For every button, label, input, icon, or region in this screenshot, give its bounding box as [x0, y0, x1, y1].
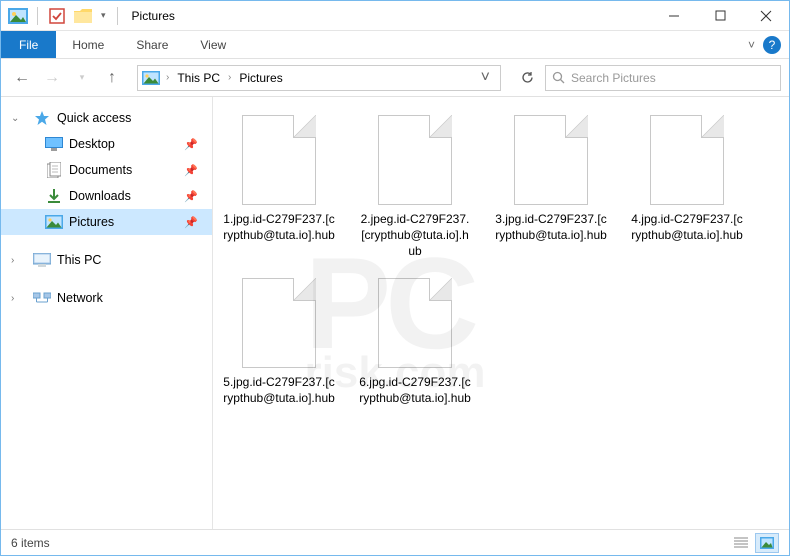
blank-file-icon	[378, 115, 452, 205]
up-button[interactable]: ↑	[99, 65, 125, 91]
sidebar-item-label: Downloads	[69, 189, 131, 203]
search-placeholder: Search Pictures	[571, 71, 656, 85]
properties-icon[interactable]	[46, 5, 68, 27]
body: PC risk.com ⌄ Quick access Desktop 📌 Doc…	[1, 97, 789, 529]
chevron-right-icon[interactable]: ›	[11, 255, 14, 266]
blank-file-icon	[514, 115, 588, 205]
pin-icon: 📌	[184, 216, 198, 229]
titlebar: ▾ Pictures	[1, 1, 789, 31]
sidebar-item-label: Desktop	[69, 137, 115, 151]
sidebar-this-pc[interactable]: › This PC	[1, 247, 212, 273]
file-item[interactable]: 3.jpg.id-C279F237.[crypthub@tuta.io].hub	[495, 115, 607, 260]
refresh-button[interactable]	[513, 65, 541, 91]
file-grid: 1.jpg.id-C279F237.[crypthub@tuta.io].hub…	[223, 115, 779, 406]
window-controls	[651, 1, 789, 31]
chevron-right-icon[interactable]: ›	[164, 72, 171, 83]
sidebar-quick-access[interactable]: ⌄ Quick access	[1, 105, 212, 131]
tab-share[interactable]: Share	[120, 31, 184, 58]
folder-icon[interactable]	[72, 5, 94, 27]
file-item[interactable]: 1.jpg.id-C279F237.[crypthub@tuta.io].hub	[223, 115, 335, 260]
qat-dropdown-icon[interactable]: ▾	[98, 10, 109, 21]
blank-file-icon	[242, 278, 316, 368]
sidebar-item-desktop[interactable]: Desktop 📌	[1, 131, 212, 157]
navbar: ← → ▾ ↑ › This PC › Pictures ˅ Search Pi…	[1, 59, 789, 97]
address-bar[interactable]: › This PC › Pictures ˅	[137, 65, 501, 91]
sidebar-item-label: Documents	[69, 163, 132, 177]
file-label: 4.jpg.id-C279F237.[crypthub@tuta.io].hub	[631, 211, 743, 243]
help-icon[interactable]: ?	[763, 36, 781, 54]
address-dropdown-icon[interactable]: ˅	[475, 69, 496, 87]
ribbon-expand-icon[interactable]: ˅	[748, 38, 755, 52]
quick-access-toolbar: ▾ Pictures	[1, 5, 175, 27]
blank-file-icon	[242, 115, 316, 205]
breadcrumb-this-pc[interactable]: This PC	[175, 71, 222, 85]
sidebar-item-label: This PC	[57, 253, 101, 267]
search-input[interactable]: Search Pictures	[545, 65, 781, 91]
sidebar-item-downloads[interactable]: Downloads 📌	[1, 183, 212, 209]
downloads-icon	[45, 188, 63, 204]
ribbon: File Home Share View ˅ ?	[1, 31, 789, 59]
window-title: Pictures	[132, 9, 175, 23]
item-count: 6 items	[11, 536, 50, 550]
chevron-down-icon[interactable]: ⌄	[11, 113, 19, 124]
file-label: 2.jpeg.id-C279F237.[crypthub@tuta.io].hu…	[359, 211, 471, 260]
forward-button[interactable]: →	[39, 65, 65, 91]
sidebar-item-label: Pictures	[69, 215, 114, 229]
file-label: 6.jpg.id-C279F237.[crypthub@tuta.io].hub	[359, 374, 471, 406]
maximize-button[interactable]	[697, 1, 743, 31]
back-button[interactable]: ←	[9, 65, 35, 91]
star-icon	[33, 110, 51, 126]
pictures-library-icon	[7, 5, 29, 27]
sidebar-item-documents[interactable]: Documents 📌	[1, 157, 212, 183]
tab-view[interactable]: View	[184, 31, 242, 58]
pictures-icon	[142, 71, 160, 85]
file-view[interactable]: 1.jpg.id-C279F237.[crypthub@tuta.io].hub…	[213, 97, 789, 529]
pin-icon: 📌	[184, 164, 198, 177]
close-button[interactable]	[743, 1, 789, 31]
documents-icon	[45, 162, 63, 178]
network-icon	[33, 290, 51, 306]
recent-locations-icon[interactable]: ▾	[69, 65, 95, 91]
explorer-window: ▾ Pictures File Home Share View ˅ ? ← → …	[0, 0, 790, 556]
pictures-icon	[45, 214, 63, 230]
sidebar-item-label: Quick access	[57, 111, 131, 125]
file-item[interactable]: 5.jpg.id-C279F237.[crypthub@tuta.io].hub	[223, 278, 335, 406]
file-item[interactable]: 2.jpeg.id-C279F237.[crypthub@tuta.io].hu…	[359, 115, 471, 260]
breadcrumb-pictures[interactable]: Pictures	[237, 71, 284, 85]
file-item[interactable]: 4.jpg.id-C279F237.[crypthub@tuta.io].hub	[631, 115, 743, 260]
navigation-pane: ⌄ Quick access Desktop 📌 Documents 📌 Dow…	[1, 97, 213, 529]
desktop-icon	[45, 136, 63, 152]
file-item[interactable]: 6.jpg.id-C279F237.[crypthub@tuta.io].hub	[359, 278, 471, 406]
blank-file-icon	[650, 115, 724, 205]
search-icon	[552, 71, 565, 84]
blank-file-icon	[378, 278, 452, 368]
computer-icon	[33, 252, 51, 268]
minimize-button[interactable]	[651, 1, 697, 31]
file-tab[interactable]: File	[1, 31, 56, 58]
sidebar-network[interactable]: › Network	[1, 285, 212, 311]
details-view-button[interactable]	[729, 533, 753, 553]
sidebar-item-label: Network	[57, 291, 103, 305]
file-label: 1.jpg.id-C279F237.[crypthub@tuta.io].hub	[223, 211, 335, 243]
pin-icon: 📌	[184, 190, 198, 203]
chevron-right-icon[interactable]: ›	[226, 72, 233, 83]
statusbar: 6 items	[1, 529, 789, 555]
tab-home[interactable]: Home	[56, 31, 120, 58]
file-label: 5.jpg.id-C279F237.[crypthub@tuta.io].hub	[223, 374, 335, 406]
pin-icon: 📌	[184, 138, 198, 151]
sidebar-item-pictures[interactable]: Pictures 📌	[1, 209, 212, 235]
file-label: 3.jpg.id-C279F237.[crypthub@tuta.io].hub	[495, 211, 607, 243]
chevron-right-icon[interactable]: ›	[11, 293, 14, 304]
separator	[117, 7, 118, 25]
large-icons-view-button[interactable]	[755, 533, 779, 553]
separator	[37, 7, 38, 25]
